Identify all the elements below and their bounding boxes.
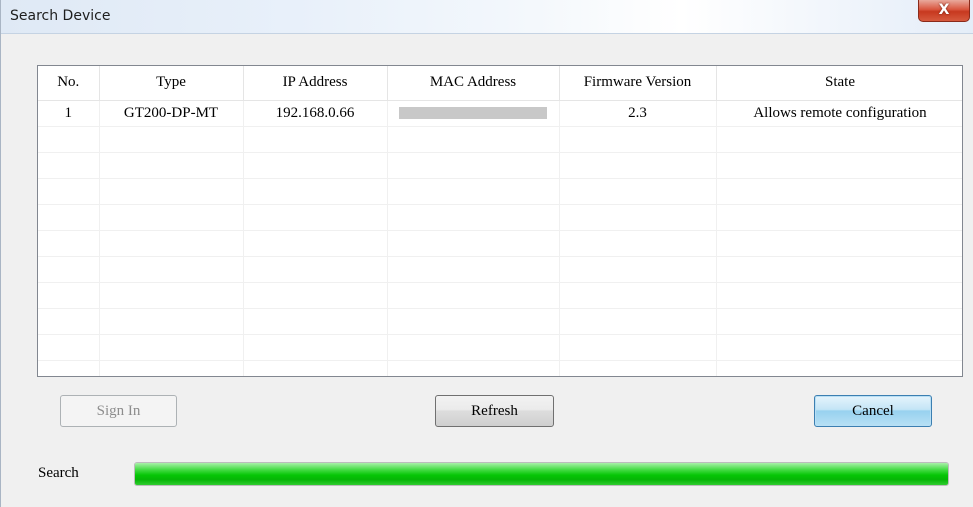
title-bar[interactable]: Search Device X [1,0,973,34]
cancel-button[interactable]: Cancel [814,395,932,427]
refresh-button[interactable]: Refresh [435,395,554,427]
empty-row [38,152,962,179]
column-header-firmware-version[interactable]: Firmware Version [559,66,717,101]
column-header-mac-address[interactable]: MAC Address [387,66,560,101]
empty-row [38,126,962,153]
empty-row [38,178,962,205]
cell-firmware-version: 2.3 [559,100,717,127]
cell-state: Allows remote configuration [716,100,962,127]
column-header-type[interactable]: Type [99,66,244,101]
close-button[interactable]: X [918,0,970,22]
empty-row [38,334,962,361]
empty-row [38,360,962,376]
device-table[interactable]: No. Type IP Address MAC Address Firmware… [37,65,963,377]
search-progress-fill [135,463,948,485]
column-header-no[interactable]: No. [38,66,100,101]
cell-ip-address: 192.168.0.66 [243,100,388,127]
empty-row [38,308,962,335]
table-header: No. Type IP Address MAC Address Firmware… [38,66,962,101]
search-progress-bar [134,462,949,486]
empty-row [38,230,962,257]
table-row[interactable]: 1 GT200-DP-MT 192.168.0.66 2.3 Allows re… [38,100,962,127]
window-title: Search Device [10,8,111,24]
close-icon: X [938,2,950,18]
search-panel: Search [31,451,961,496]
cell-no: 1 [38,100,100,127]
sign-in-button[interactable]: Sign In [60,395,177,427]
empty-row [38,204,962,231]
search-device-dialog: Search Device X No. Type IP Address MAC … [0,0,973,507]
column-header-ip-address[interactable]: IP Address [243,66,388,101]
cell-mac-address [387,100,560,127]
search-label: Search [38,465,79,481]
empty-row [38,256,962,283]
column-header-state[interactable]: State [716,66,962,101]
cell-type: GT200-DP-MT [99,100,244,127]
mac-redaction-bar [399,107,547,120]
empty-row [38,282,962,309]
